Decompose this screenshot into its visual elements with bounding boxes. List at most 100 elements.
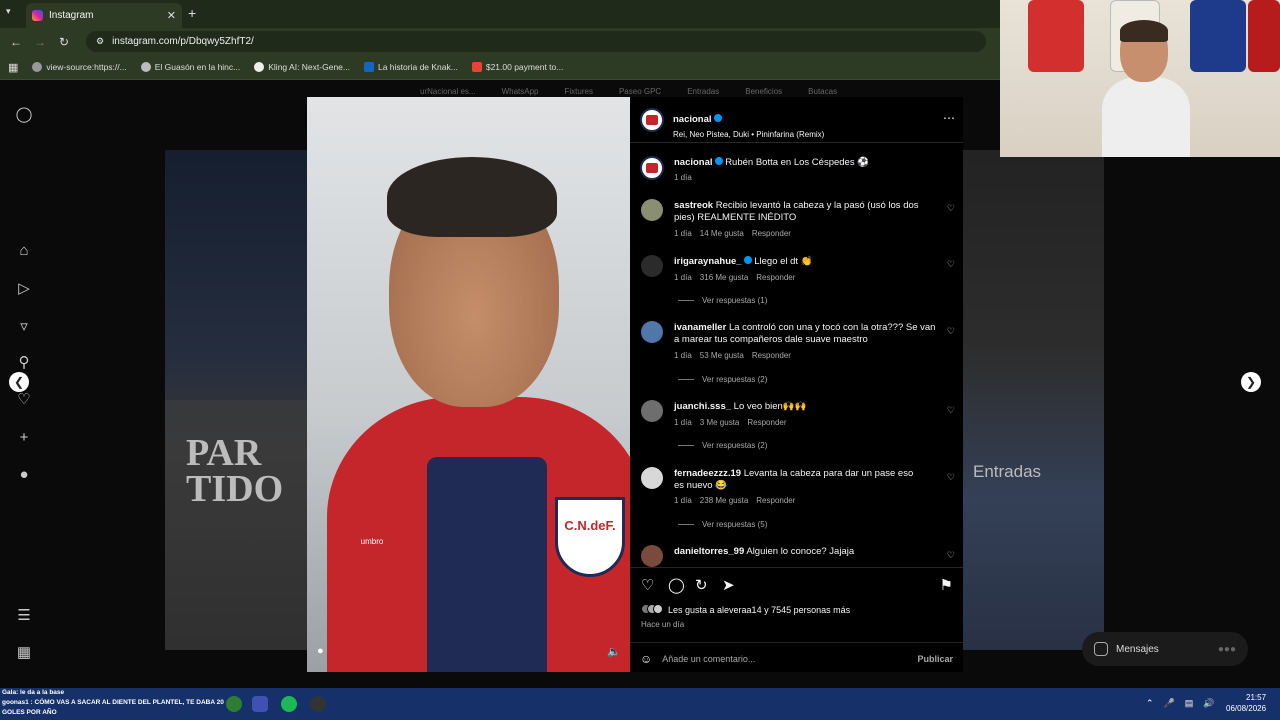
like-comment-icon[interactable]: ♡ — [947, 405, 955, 416]
tagged-users-icon[interactable]: ● — [317, 645, 324, 657]
new-tab-icon[interactable]: + — [188, 5, 196, 21]
messages-icon[interactable]: ▿ — [14, 317, 34, 337]
repost-icon[interactable]: ↻ — [695, 576, 708, 594]
comment-username[interactable]: irigaraynahue_ — [674, 256, 742, 267]
comment-avatar[interactable] — [641, 321, 663, 343]
post-actions: ♡ ◯ ↻ ➤ ⚑ Les gusta a aleveraa14 y 7545 … — [630, 567, 963, 675]
comment-likes[interactable]: 3 Me gusta — [700, 418, 740, 427]
tray-expand-icon[interactable]: ⌃ — [1146, 698, 1154, 709]
view-replies-button[interactable]: Ver respuestas (2) — [678, 375, 767, 384]
bookmark-item[interactable]: La historia de Knak... — [363, 62, 458, 72]
spotify-icon[interactable] — [281, 696, 297, 712]
instagram-favicon-icon — [32, 10, 43, 21]
volume-tray-icon[interactable]: 🔊 — [1203, 698, 1214, 709]
likes-summary[interactable]: Les gusta a aleveraa14 y 7545 personas m… — [641, 604, 850, 616]
system-clock[interactable]: 21:57 06/08/2026 — [1226, 692, 1266, 714]
emoji-icon[interactable]: ☺ — [640, 652, 652, 666]
chrome-icon[interactable] — [226, 696, 242, 712]
save-icon[interactable]: ⚑ — [940, 576, 953, 594]
app-icon[interactable] — [252, 696, 268, 712]
comment-icon[interactable]: ◯ — [668, 576, 685, 594]
post-media[interactable]: C.N.deF. umbro ● 🔈 — [307, 97, 630, 672]
address-bar[interactable]: ⚙ instagram.com/p/Dbqwy5ZhfT2/ — [86, 31, 986, 52]
publish-button[interactable]: Publicar — [917, 654, 953, 664]
comment-username[interactable]: danieltorres_99 — [674, 546, 744, 557]
volume-icon[interactable]: 🔈 — [607, 645, 621, 658]
reply-button[interactable]: Responder — [747, 418, 786, 427]
apps-grid-icon[interactable]: ▦ — [8, 61, 18, 74]
jersey-decor — [1190, 0, 1246, 72]
reels-icon[interactable]: ▷ — [14, 279, 34, 299]
comment-avatar[interactable] — [641, 255, 663, 277]
verified-icon — [713, 114, 722, 122]
comment-likes[interactable]: 238 Me gusta — [700, 496, 748, 505]
close-tab-icon[interactable]: ✕ — [167, 9, 176, 22]
reload-icon[interactable]: ↻ — [52, 35, 76, 49]
comment-likes[interactable]: 14 Me gusta — [700, 229, 744, 238]
bookmark-item[interactable]: view-source:https://... — [32, 62, 127, 72]
caption-username[interactable]: nacional — [674, 157, 713, 168]
search-icon[interactable]: ⚲ — [14, 353, 34, 373]
view-replies-button[interactable]: Ver respuestas (2) — [678, 441, 767, 450]
like-comment-icon[interactable]: ♡ — [947, 203, 955, 214]
like-comment-icon[interactable]: ♡ — [947, 326, 955, 337]
like-comment-icon[interactable]: ♡ — [947, 550, 955, 561]
comment-username[interactable]: fernadeezzz.19 — [674, 468, 741, 479]
chat-overlay: Gala: le da a la base goonas1 : CÓMO VAS… — [2, 689, 224, 716]
comment-username[interactable]: juanchi.sss_ — [674, 401, 731, 412]
comment-username[interactable]: ivanameller — [674, 322, 726, 333]
reply-button[interactable]: Responder — [752, 351, 791, 360]
view-replies-button[interactable]: Ver respuestas (1) — [678, 296, 767, 305]
messages-button[interactable]: Mensajes ●●● — [1082, 632, 1248, 666]
browser-tab[interactable]: Instagram ✕ — [26, 3, 182, 28]
home-icon[interactable]: ⌂ — [14, 241, 34, 261]
jacket-panel — [427, 457, 547, 672]
tab-search-icon[interactable]: ▾ — [6, 6, 11, 17]
menu-icon[interactable]: ☰ — [14, 606, 34, 626]
comment: sastreok Recibio levantó la cabeza y la … — [674, 200, 936, 224]
comment-avatar[interactable] — [641, 199, 663, 221]
reply-button[interactable]: Responder — [756, 496, 795, 505]
comment-avatar[interactable] — [641, 400, 663, 422]
comment-avatar[interactable] — [641, 545, 663, 567]
comment-input[interactable]: Añade un comentario... — [662, 654, 907, 664]
comment: danieltorres_99 Alguien lo conoce? Jajaj… — [674, 546, 936, 558]
forward-icon[interactable]: → — [28, 35, 52, 49]
next-post-arrow-icon[interactable]: ❯ — [1241, 372, 1261, 392]
like-comment-icon[interactable]: ♡ — [947, 472, 955, 483]
network-icon[interactable]: ▤ — [1185, 698, 1194, 709]
create-icon[interactable]: + — [14, 428, 34, 448]
caption-avatar[interactable] — [640, 156, 664, 180]
profile-icon[interactable]: ● — [14, 465, 34, 485]
author-avatar[interactable] — [640, 108, 664, 132]
more-icon[interactable]: ▦ — [14, 643, 34, 663]
next-post-preview[interactable] — [963, 150, 1104, 650]
reply-button[interactable]: Responder — [756, 273, 795, 282]
back-icon[interactable]: ← — [4, 35, 28, 49]
bookmark-item[interactable]: Kling AI: Next-Gene... — [254, 62, 350, 72]
comment-avatar[interactable] — [641, 467, 663, 489]
mic-icon[interactable]: 🎤 — [1164, 698, 1175, 709]
like-comment-icon[interactable]: ♡ — [947, 259, 955, 270]
audio-track[interactable]: Rei, Neo Pistea, Duki • Pininfarina (Rem… — [673, 130, 824, 139]
like-icon[interactable]: ♡ — [641, 576, 654, 594]
author-username[interactable]: nacional — [673, 114, 712, 125]
more-options-icon[interactable]: ⋯ — [943, 111, 955, 125]
comment-text: Alguien lo conoce? Jajaja — [746, 546, 855, 557]
notifications-icon[interactable]: ♡ — [14, 390, 34, 410]
comment-likes[interactable]: 316 Me gusta — [700, 273, 748, 282]
share-icon[interactable]: ➤ — [722, 576, 735, 594]
bookmarks-bar: ▦ view-source:https://... El Guasón en l… — [0, 55, 1000, 80]
comment-username[interactable]: sastreok — [674, 200, 713, 211]
obs-icon[interactable] — [310, 696, 326, 712]
previous-post-arrow-icon[interactable]: ❮ — [9, 372, 29, 392]
site-info-icon[interactable]: ⚙ — [96, 36, 104, 47]
bookmark-item[interactable]: $21.00 payment to... — [471, 62, 563, 72]
jersey-decor — [1248, 0, 1280, 72]
reply-button[interactable]: Responder — [752, 229, 791, 238]
background-site-nav: urNacional es... WhatsApp Fixtures Paseo GP… — [420, 87, 838, 96]
bookmark-item[interactable]: El Guasón en la hinc... — [140, 62, 240, 72]
comment-likes[interactable]: 53 Me gusta — [700, 351, 744, 360]
instagram-logo-icon[interactable]: ◯ — [14, 105, 34, 125]
view-replies-button[interactable]: Ver respuestas (5) — [678, 520, 767, 529]
